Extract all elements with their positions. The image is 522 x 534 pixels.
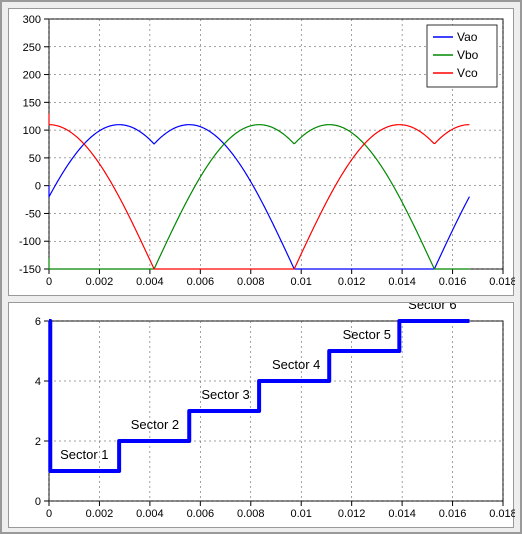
chart-panel-sectors: 0 0.002 0.004 0.006 0.008 0.01 0.012 0.014 0.016… xyxy=(8,302,514,528)
legend-label: Vao xyxy=(457,30,478,44)
svg-text:100: 100 xyxy=(23,125,41,137)
svg-text:0.01: 0.01 xyxy=(291,276,312,288)
svg-text:0: 0 xyxy=(35,496,41,508)
annotation: Sector 3 xyxy=(201,387,249,402)
svg-text:0: 0 xyxy=(46,508,52,520)
svg-text:0.012: 0.012 xyxy=(338,276,366,288)
svg-text:0.014: 0.014 xyxy=(388,276,416,288)
annotation: Sector 5 xyxy=(343,327,391,342)
svg-text:-100: -100 xyxy=(19,236,41,248)
svg-text:0.018: 0.018 xyxy=(489,508,515,520)
svg-text:0.002: 0.002 xyxy=(86,508,114,520)
svg-text:0.006: 0.006 xyxy=(187,508,215,520)
svg-text:0: 0 xyxy=(35,181,41,193)
annotation: Sector 1 xyxy=(60,447,108,462)
svg-text:0.002: 0.002 xyxy=(86,276,114,288)
annotation: Sector 2 xyxy=(131,417,179,432)
svg-text:0.008: 0.008 xyxy=(237,276,265,288)
svg-text:0.018: 0.018 xyxy=(489,276,515,288)
legend-label: Vbo xyxy=(457,48,479,62)
svg-text:-150: -150 xyxy=(19,264,41,276)
svg-text:-50: -50 xyxy=(25,208,41,220)
svg-text:300: 300 xyxy=(23,14,41,26)
svg-text:0.014: 0.014 xyxy=(388,508,416,520)
svg-text:0.016: 0.016 xyxy=(439,276,467,288)
svg-text:6: 6 xyxy=(35,316,41,328)
figure-container: 00.0020.0040.0060.0080.010.0120.0140.016… xyxy=(0,0,522,534)
svg-text:0.004: 0.004 xyxy=(136,276,164,288)
svg-text:0: 0 xyxy=(46,276,52,288)
annotation: Sector 4 xyxy=(272,357,320,372)
svg-text:0.004: 0.004 xyxy=(136,508,164,520)
svg-text:0.006: 0.006 xyxy=(187,276,215,288)
svg-text:2: 2 xyxy=(35,436,41,448)
svg-text:0.016: 0.016 xyxy=(439,508,467,520)
chart-panel-phase-voltages: 0 0.002 0.004 0.006 0.008 0.01 0.012 0.014 0.016… xyxy=(8,8,514,296)
svg-text:50: 50 xyxy=(29,153,41,165)
svg-text:0.01: 0.01 xyxy=(291,508,312,520)
svg-text:150: 150 xyxy=(23,97,41,109)
legend-label: Vco xyxy=(457,66,478,80)
svg-text:0.012: 0.012 xyxy=(338,508,366,520)
svg-text:0.008: 0.008 xyxy=(237,508,265,520)
svg-text:250: 250 xyxy=(23,42,41,54)
svg-text:4: 4 xyxy=(35,376,41,388)
svg-text:200: 200 xyxy=(23,70,41,82)
annotation: Sector 6 xyxy=(408,303,456,312)
